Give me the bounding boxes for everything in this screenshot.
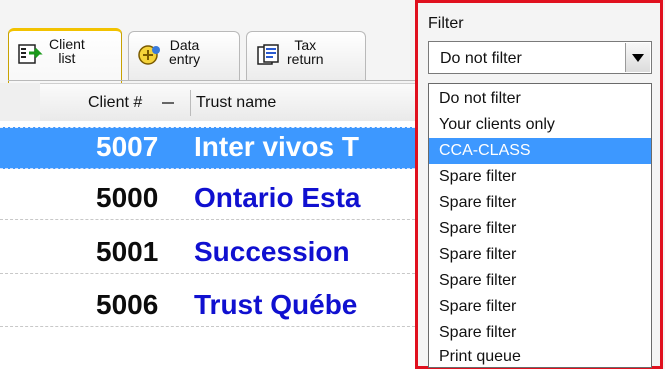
- column-separator[interactable]: [190, 90, 191, 116]
- column-resize-icon[interactable]: [162, 102, 174, 104]
- client-number: 5007: [96, 131, 159, 162]
- column-header-trust-name[interactable]: Trust name: [196, 94, 276, 112]
- app-window: Client list Data entry Tax return Client # …: [0, 0, 665, 369]
- table-row[interactable]: 5001 Succession: [0, 233, 420, 274]
- filter-option[interactable]: Spare filter: [429, 164, 651, 190]
- chevron-down-icon: [632, 54, 644, 62]
- data-entry-icon: [138, 45, 160, 65]
- tab-divider: [8, 80, 418, 81]
- trust-name: Inter vivos T: [194, 131, 359, 162]
- filter-label: Filter: [428, 15, 464, 32]
- column-header-client-number[interactable]: Client #: [88, 94, 142, 112]
- tab-client-list[interactable]: Client list: [8, 28, 122, 83]
- filter-option-highlighted[interactable]: CCA-CLASS: [429, 138, 651, 164]
- filter-selected-value: Do not filter: [440, 50, 522, 67]
- table-row[interactable]: 5007 Inter vivos T: [0, 127, 420, 169]
- table-header: Client # Trust name: [40, 83, 420, 123]
- filter-dropdown-list: Do not filter Your clients only CCA-CLAS…: [428, 83, 652, 368]
- filter-option[interactable]: Do not filter: [429, 86, 651, 112]
- filter-option[interactable]: Spare filter: [429, 268, 651, 294]
- tab-label: Data entry: [169, 37, 201, 67]
- table-row[interactable]: 5006 Trust Québe: [0, 286, 420, 327]
- filter-option[interactable]: Spare filter: [429, 242, 651, 268]
- filter-option[interactable]: Print queue: [429, 344, 651, 367]
- tab-data-entry[interactable]: Data entry: [128, 31, 240, 80]
- tab-label: Client list: [49, 36, 85, 66]
- tab-tax-return[interactable]: Tax return: [246, 31, 366, 80]
- client-number: 5006: [96, 289, 159, 320]
- filter-option[interactable]: Spare filter: [429, 294, 651, 320]
- tab-strip: Client list Data entry Tax return: [8, 28, 418, 83]
- tax-return-icon: [257, 44, 279, 65]
- trust-name: Trust Québe: [194, 289, 358, 320]
- filter-option[interactable]: Spare filter: [429, 190, 651, 216]
- tab-label: Tax return: [287, 37, 324, 67]
- filter-option[interactable]: Your clients only: [429, 112, 651, 138]
- trust-name: Ontario Esta: [194, 182, 361, 213]
- table-row[interactable]: 5000 Ontario Esta: [0, 179, 420, 220]
- client-list-icon: [18, 44, 43, 64]
- client-number: 5001: [96, 236, 159, 267]
- filter-option[interactable]: Spare filter: [429, 320, 651, 346]
- dropdown-button[interactable]: [625, 43, 650, 72]
- filter-select[interactable]: Do not filter: [428, 41, 652, 74]
- filter-option[interactable]: Spare filter: [429, 216, 651, 242]
- filter-panel: Filter Do not filter Do not filter Your …: [415, 0, 663, 369]
- trust-name: Succession: [194, 236, 350, 267]
- client-number: 5000: [96, 182, 159, 213]
- client-table: 5007 Inter vivos T 5000 Ontario Esta 500…: [0, 121, 420, 369]
